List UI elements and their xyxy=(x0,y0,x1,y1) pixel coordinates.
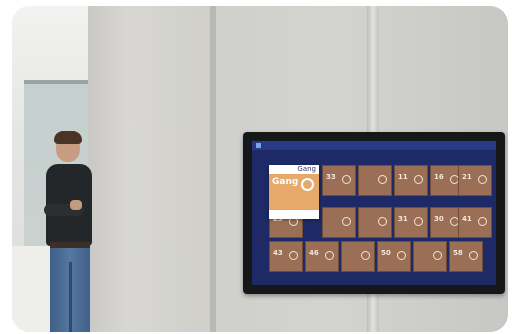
tile-number: 58 xyxy=(453,249,463,257)
person-hair xyxy=(54,131,82,144)
room-tile xyxy=(413,241,447,272)
tile-number: 33 xyxy=(326,173,336,181)
person-hand-phone xyxy=(70,200,82,210)
room-tile: 31 xyxy=(394,207,428,238)
power-icon xyxy=(289,251,298,260)
room-tile: 58 xyxy=(449,241,483,272)
power-icon xyxy=(397,251,406,260)
tile-number: 41 xyxy=(462,215,472,223)
person-with-phone xyxy=(42,131,102,332)
photo: 33 11 16 21 23 31 30 41 43 46 50 58 Gang… xyxy=(12,6,508,332)
tile-number: 16 xyxy=(434,173,444,181)
pillar-edge xyxy=(210,6,216,332)
room-detail-panel[interactable]: Gang Gang xyxy=(269,165,319,219)
room-tile: 50 xyxy=(377,241,411,272)
pillar xyxy=(88,6,218,332)
room-tile: 21 xyxy=(458,165,492,196)
tile-number: 43 xyxy=(273,249,283,257)
power-icon xyxy=(325,251,334,260)
room-name: Gang xyxy=(272,177,299,187)
room-tile xyxy=(322,207,356,238)
tile-number: 46 xyxy=(309,249,319,257)
power-icon xyxy=(433,251,442,260)
power-icon xyxy=(378,175,387,184)
power-icon xyxy=(414,175,423,184)
tile-number: 50 xyxy=(381,249,391,257)
tile-number: 30 xyxy=(434,215,444,223)
power-icon xyxy=(478,175,487,184)
power-icon xyxy=(478,217,487,226)
room-tile: 46 xyxy=(305,241,339,272)
tile-number: 31 xyxy=(398,215,408,223)
power-icon xyxy=(414,217,423,226)
power-icon[interactable] xyxy=(301,178,314,191)
power-icon xyxy=(342,175,351,184)
wall-monitor: 33 11 16 21 23 31 30 41 43 46 50 58 Gang… xyxy=(243,132,505,294)
power-icon xyxy=(342,217,351,226)
room-tile: 33 xyxy=(322,165,356,196)
room-tile: 11 xyxy=(394,165,428,196)
screen-topbar xyxy=(252,141,496,150)
tile-number: 11 xyxy=(398,173,408,181)
room-tile: 41 xyxy=(458,207,492,238)
power-icon xyxy=(361,251,370,260)
tile-number: 21 xyxy=(462,173,472,181)
jeans-seam xyxy=(69,262,72,332)
power-icon xyxy=(469,251,478,260)
app-logo-icon xyxy=(256,143,261,148)
monitor-screen: 33 11 16 21 23 31 30 41 43 46 50 58 Gang… xyxy=(252,141,496,285)
room-tile xyxy=(341,241,375,272)
room-tile xyxy=(358,165,392,196)
room-tile xyxy=(358,207,392,238)
panel-header-title: Gang xyxy=(297,165,316,173)
power-icon xyxy=(378,217,387,226)
room-tile: 43 xyxy=(269,241,303,272)
